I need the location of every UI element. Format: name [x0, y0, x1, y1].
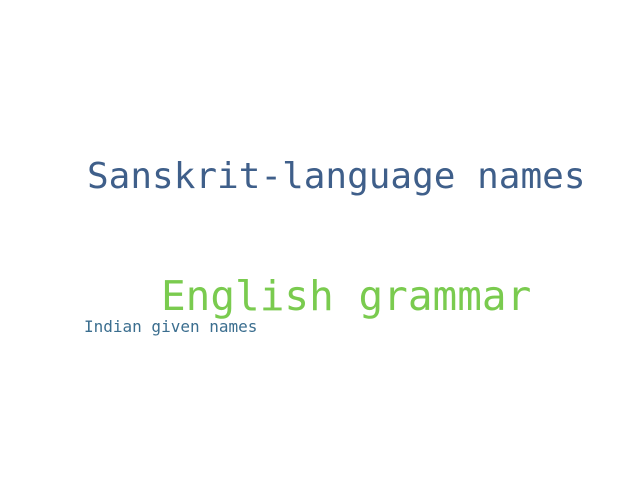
word-cloud: Sanskrit-language names English grammar … — [0, 0, 640, 480]
word-sanskrit-language-names: Sanskrit-language names — [87, 156, 586, 197]
word-english-grammar: English grammar — [161, 272, 532, 320]
word-indian-given-names: Indian given names — [84, 317, 258, 336]
